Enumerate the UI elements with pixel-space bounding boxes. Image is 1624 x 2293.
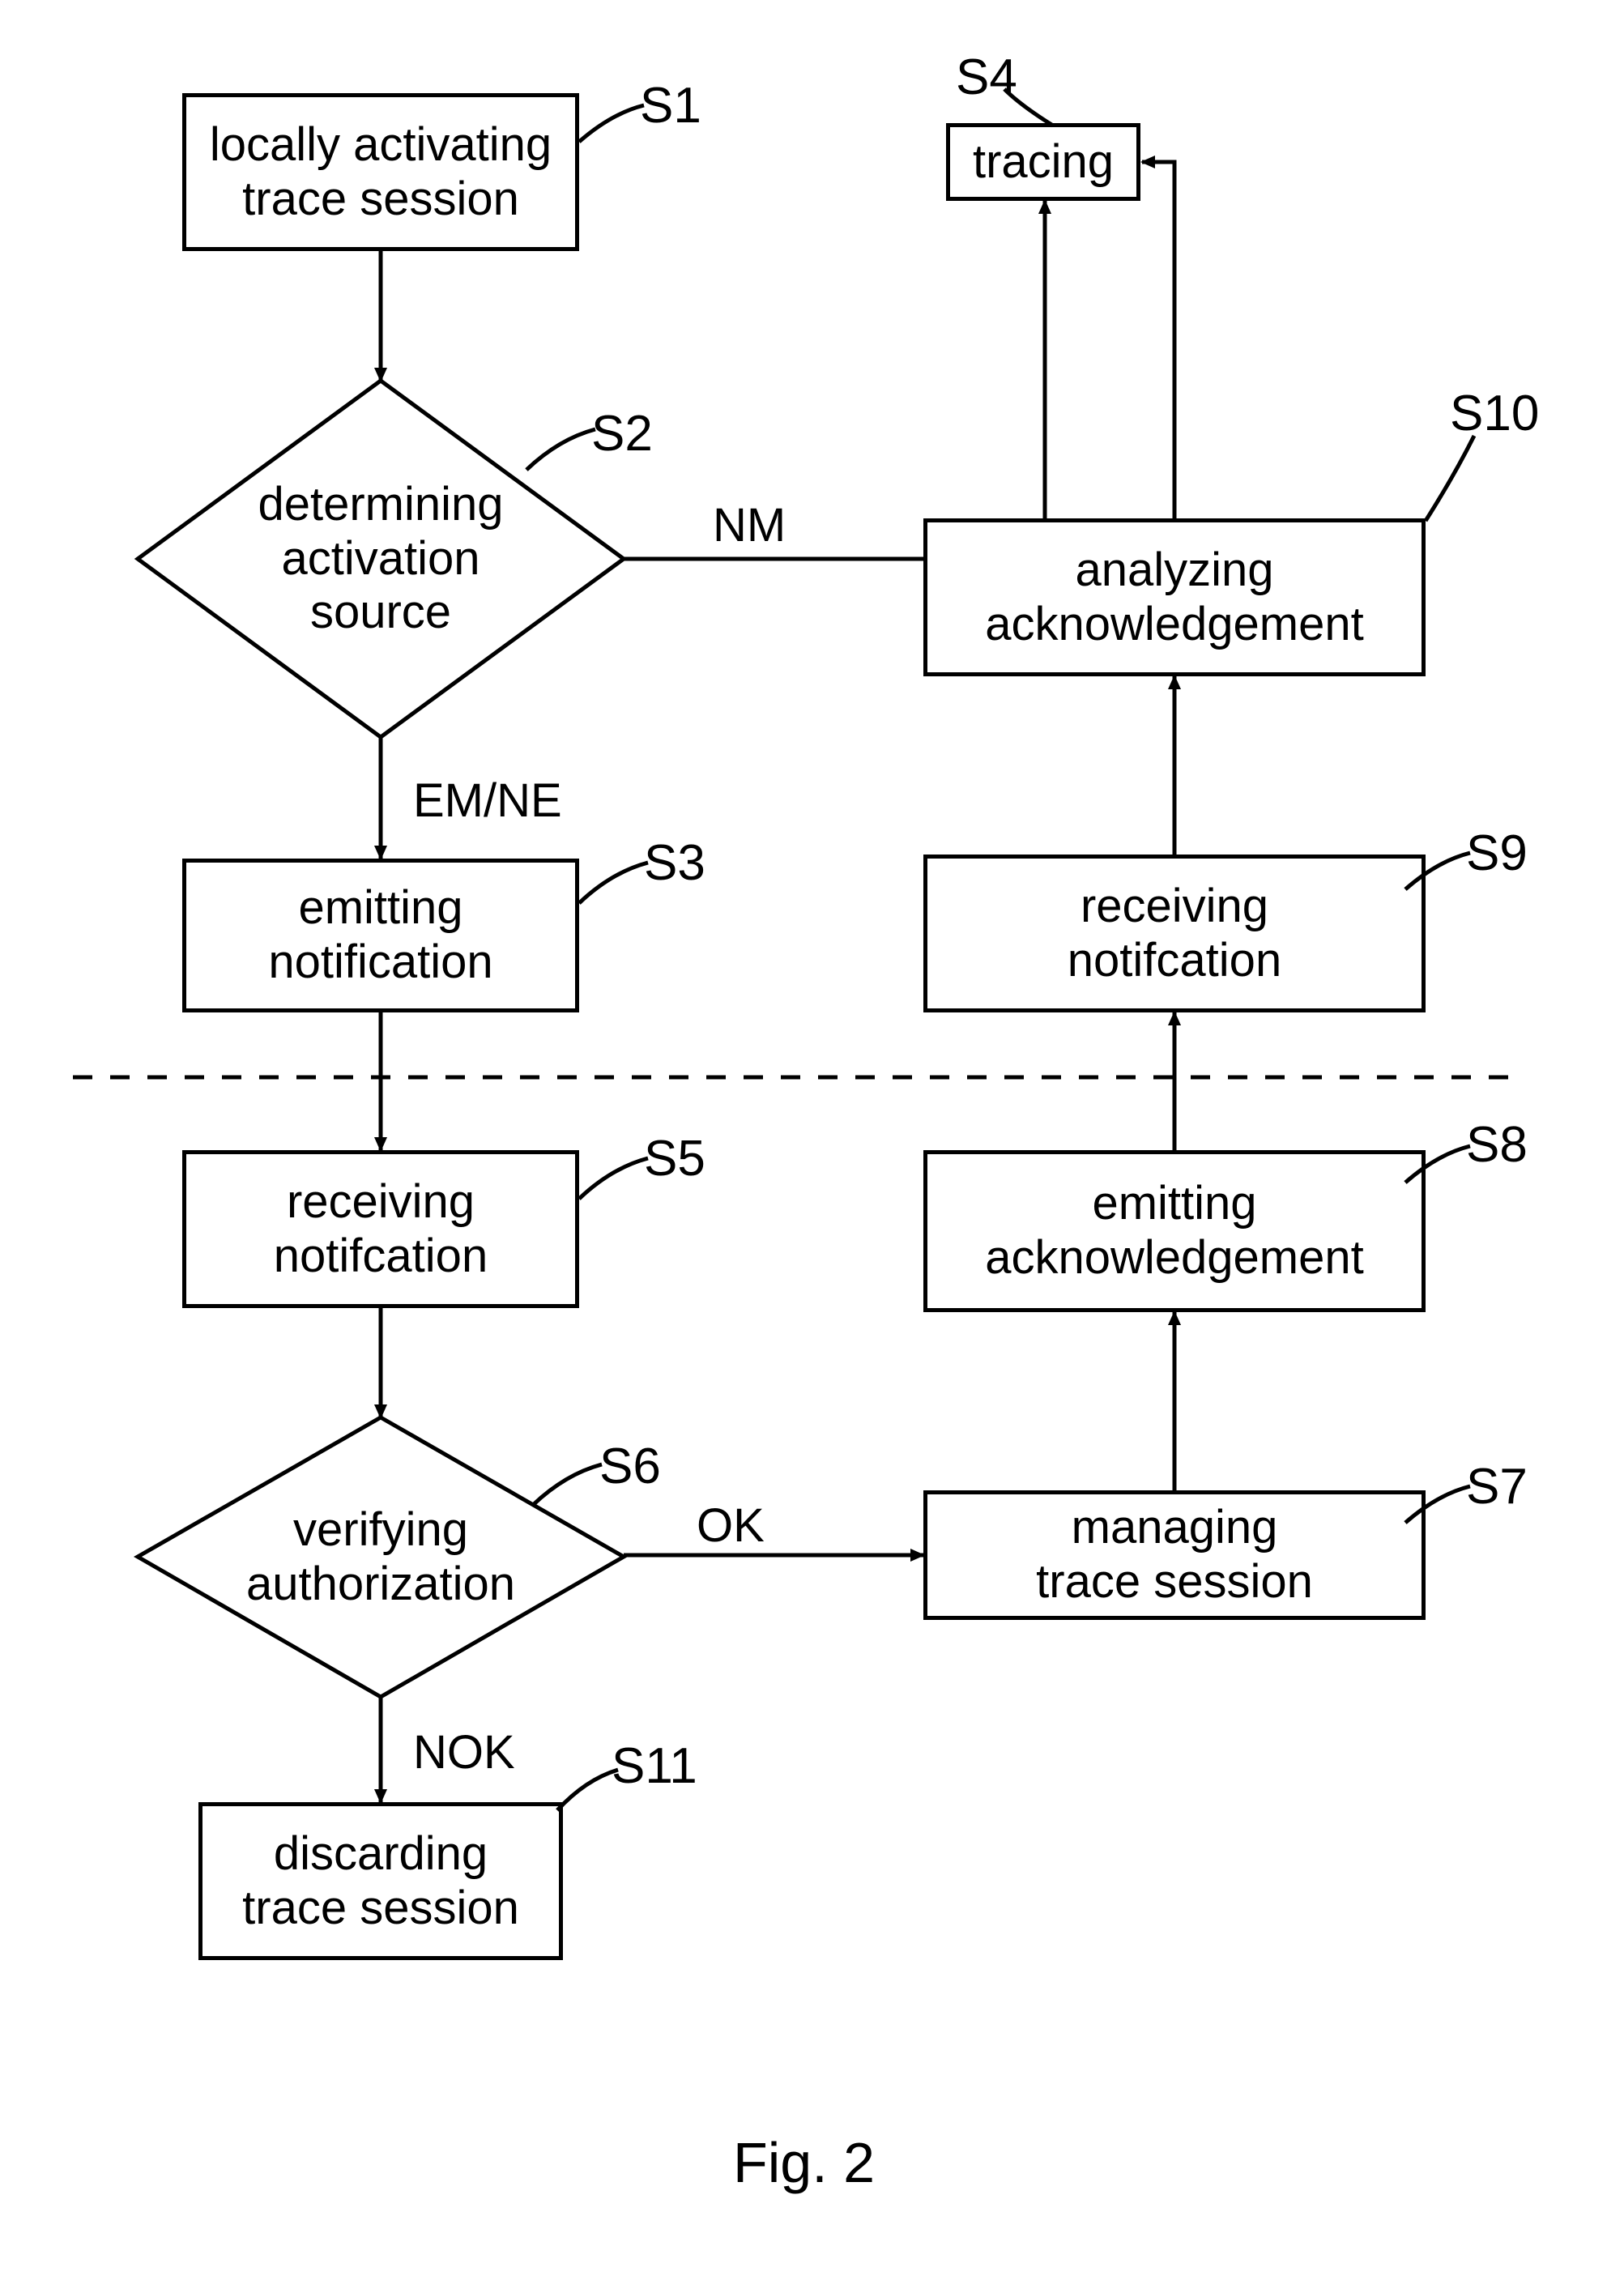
leader-s3 — [579, 863, 648, 903]
node-s10: analyzingacknowledgement — [923, 518, 1426, 676]
node-s4-text: tracing — [973, 135, 1114, 190]
tag-s5: S5 — [644, 1130, 705, 1187]
figure-caption: Fig. 2 — [733, 2130, 875, 2195]
node-s10-text: analyzingacknowledgement — [985, 543, 1364, 651]
node-s11-text: discardingtrace session — [242, 1827, 519, 1935]
node-s3: emittingnotification — [182, 859, 579, 1012]
leader-s10 — [1426, 436, 1474, 521]
tag-s6: S6 — [599, 1438, 661, 1495]
node-s8-text: emittingacknowledgement — [985, 1177, 1364, 1285]
tag-s8: S8 — [1466, 1116, 1528, 1174]
edge-s2-nm: NM — [713, 498, 786, 552]
tag-s3: S3 — [644, 834, 705, 892]
node-s9-text: receivingnotifcation — [1068, 880, 1281, 987]
tag-s7: S7 — [1466, 1458, 1528, 1515]
node-s5: receivingnotifcation — [182, 1150, 579, 1308]
tag-s2: S2 — [591, 405, 653, 462]
leader-s1 — [579, 105, 644, 142]
node-s8: emittingacknowledgement — [923, 1150, 1426, 1312]
tag-s1: S1 — [640, 77, 701, 134]
node-s4: tracing — [946, 123, 1140, 201]
node-s7-text: managingtrace session — [1036, 1501, 1313, 1609]
node-s1: locally activatingtrace session — [182, 93, 579, 251]
leader-s9 — [1405, 853, 1470, 889]
leader-s2 — [526, 429, 595, 470]
node-s1-text: locally activatingtrace session — [210, 118, 552, 226]
node-s6: verifyingauthorization — [138, 1417, 624, 1697]
leader-s7 — [1405, 1486, 1470, 1523]
node-s3-text: emittingnotification — [268, 881, 492, 989]
tag-s9: S9 — [1466, 825, 1528, 882]
edge-s2-emne: EM/NE — [413, 774, 562, 828]
leader-s6 — [533, 1464, 602, 1505]
edge-s6-ok: OK — [697, 1498, 765, 1553]
tag-s10: S10 — [1450, 385, 1539, 442]
node-s2-text: determiningactivationsource — [258, 478, 503, 640]
leader-s8 — [1405, 1146, 1470, 1183]
node-s11: discardingtrace session — [198, 1802, 563, 1960]
leader-s5 — [579, 1158, 648, 1199]
node-s6-text: verifyingauthorization — [246, 1503, 515, 1611]
node-s5-text: receivingnotifcation — [274, 1175, 488, 1283]
node-s9: receivingnotifcation — [923, 855, 1426, 1012]
tag-s11: S11 — [612, 1737, 697, 1795]
edge-s6-nok: NOK — [413, 1725, 515, 1779]
leader-s11 — [557, 1770, 618, 1810]
leader-s4 — [1004, 89, 1053, 126]
node-s7: managingtrace session — [923, 1490, 1426, 1620]
